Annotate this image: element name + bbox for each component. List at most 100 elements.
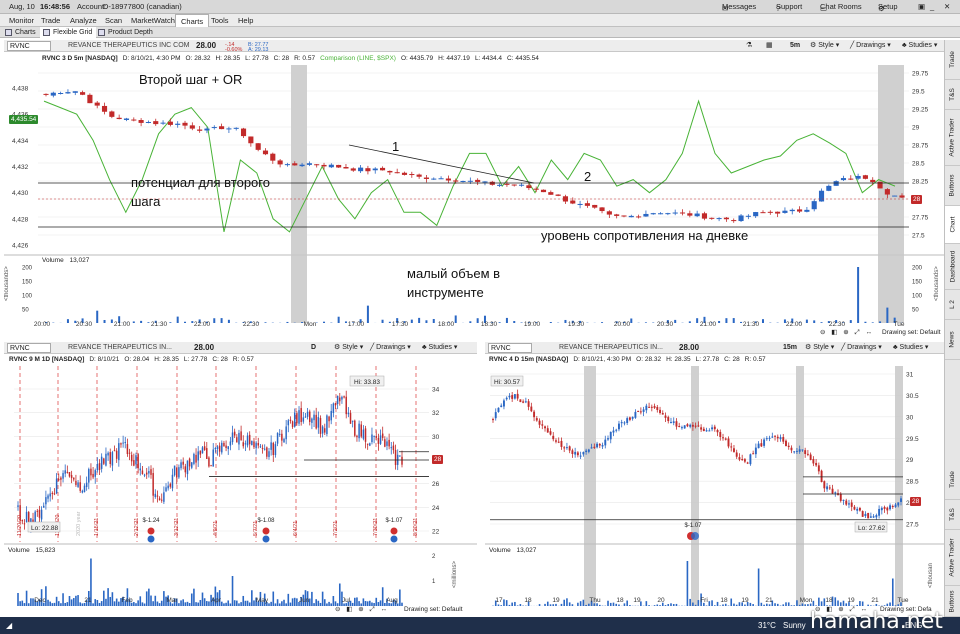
- right-volume-bar: [571, 604, 574, 606]
- sidebar-tab-trade[interactable]: Trade: [945, 460, 960, 500]
- main-grid-icon[interactable]: ▦: [766, 41, 773, 51]
- sidebar-tab-buttons[interactable]: Buttons: [945, 166, 960, 206]
- right-candle: [634, 411, 637, 418]
- left-candle: [212, 449, 214, 467]
- messages-button[interactable]: ✉ Messages: [722, 2, 756, 13]
- account-value[interactable]: D-18977800 (canadian): [103, 2, 182, 11]
- left-volume-bar: [246, 600, 249, 606]
- left-candle: [360, 424, 362, 437]
- right-candle: [722, 437, 724, 439]
- sidebar-tab-t-s[interactable]: T&S: [945, 80, 960, 110]
- menu-scan[interactable]: Scan: [100, 14, 127, 27]
- right-15m-chart[interactable]: 31 30.5 30 29.5 29 28.5 28 27.5 Hi: 30.57 Lo: 27.…: [485, 366, 944, 617]
- main-time-tick: 18:30: [481, 321, 498, 327]
- right-time-tick: 21: [871, 597, 879, 604]
- left-candle: [17, 505, 19, 507]
- right-volume-bar: [708, 601, 711, 606]
- right-symbol-input[interactable]: RVNC: [488, 343, 532, 353]
- left-candle: [326, 415, 328, 435]
- menu-charts[interactable]: Charts: [175, 14, 210, 27]
- setup-button[interactable]: ⚙ Setup: [878, 2, 898, 13]
- right-volume-bar: [670, 603, 672, 606]
- right-candle: [834, 492, 837, 494]
- main-candle: [138, 120, 144, 123]
- subtab-charts[interactable]: Charts: [2, 27, 40, 38]
- close-icon[interactable]: ✕: [944, 2, 950, 11]
- sidebar-tab-active-trader[interactable]: Active Trader: [945, 530, 960, 586]
- left-candle: [274, 444, 277, 456]
- main-zoom-controls[interactable]: ⊖ ◧ ⊕ ⤢ ↔: [820, 328, 874, 337]
- sidebar-tab-trade[interactable]: Trade: [945, 40, 960, 80]
- main-drawings-button[interactable]: ╱ Drawings ▾: [850, 41, 891, 51]
- chat-rooms-button[interactable]: ▭ Chat Rooms: [820, 2, 862, 13]
- main-candle: [892, 195, 898, 197]
- annotation-resistance: уровень сопротивления на дневке: [541, 228, 749, 243]
- main-candle: [123, 118, 130, 120]
- main-volume-bar: [674, 319, 677, 323]
- right-volume-bar: [891, 578, 894, 606]
- main-volume-bar: [601, 322, 604, 323]
- support-button[interactable]: ? Support: [776, 2, 802, 13]
- left-style-button[interactable]: ⚙ Style ▾: [334, 343, 363, 353]
- right-timeframe[interactable]: 15m: [783, 343, 797, 353]
- sidebar-tab-dashboard[interactable]: Dashboard: [945, 244, 960, 290]
- right-style-button[interactable]: ⚙ Style ▾: [805, 343, 834, 353]
- main-flask-icon[interactable]: ⚗: [746, 41, 752, 51]
- minimize-icon[interactable]: _: [930, 2, 934, 11]
- menu-marketwatch[interactable]: MarketWatch: [126, 14, 180, 27]
- main-volume-bar: [740, 321, 743, 323]
- main-candle: [197, 129, 203, 131]
- right-candle: [806, 453, 809, 455]
- main-candle: [745, 215, 751, 217]
- right-candle: [620, 422, 623, 424]
- left-drawing-set[interactable]: Drawing set: Default: [404, 606, 463, 615]
- sidebar-tab-buttons[interactable]: Buttons: [945, 586, 960, 617]
- left-drawings-button[interactable]: ╱ Drawings ▾: [370, 343, 411, 353]
- left-candle: [203, 446, 206, 451]
- main-timeframe[interactable]: 5m: [790, 41, 800, 51]
- menu-trade[interactable]: Trade: [36, 14, 65, 27]
- left-daily-chart[interactable]: 3432302826242211/20/2012/18/201/15/212/1…: [4, 366, 477, 617]
- right-price-tick: 29.5: [906, 436, 919, 443]
- left-studies-button[interactable]: ♣ Studies ▾: [422, 343, 457, 353]
- subtab-product-depth[interactable]: Product Depth: [95, 27, 157, 38]
- menu-monitor[interactable]: Monitor: [4, 14, 39, 27]
- lock-icon[interactable]: ▣: [918, 2, 925, 11]
- main-style-button[interactable]: ⚙ Style ▾: [810, 41, 839, 51]
- left-volume-bar: [75, 595, 77, 606]
- right-studies-button[interactable]: ♣ Studies ▾: [893, 343, 928, 353]
- sidebar-tab-t-s[interactable]: T&S: [945, 500, 960, 530]
- left-volume-bar: [70, 599, 73, 606]
- menu-help[interactable]: Help: [233, 14, 258, 27]
- left-chart-bg: [4, 366, 477, 617]
- main-candle: [672, 212, 678, 214]
- left-candle: [229, 441, 232, 446]
- right-volume-bar: [763, 604, 765, 606]
- left-zoom-controls[interactable]: ⊖ ◧ ⊕ ⤢ ↔: [335, 605, 389, 614]
- left-candle: [287, 420, 290, 426]
- main-studies-button[interactable]: ♣ Studies ▾: [902, 41, 937, 51]
- main-drawing-set[interactable]: Drawing set: Default: [882, 329, 941, 338]
- main-volume-bar: [813, 320, 816, 323]
- menu-tools[interactable]: Tools: [206, 14, 234, 27]
- right-drawings-button[interactable]: ╱ Drawings ▾: [841, 343, 882, 353]
- sidebar-tab-news[interactable]: News: [945, 320, 960, 360]
- left-candle: [272, 442, 275, 455]
- main-candle: [248, 136, 254, 144]
- right-volume-bar: [804, 604, 806, 606]
- right-candle: [678, 425, 681, 427]
- sidebar-tab-l-2[interactable]: L 2: [945, 290, 960, 320]
- left-timeframe[interactable]: D: [311, 343, 316, 353]
- main-symbol-input[interactable]: RVNC: [7, 41, 51, 51]
- right-company-name: REVANCE THERAPEUTICS IN...: [559, 344, 663, 351]
- left-volume-bar: [319, 602, 322, 606]
- windows-start-icon[interactable]: ◢: [6, 621, 12, 630]
- main-candle: [306, 163, 312, 165]
- subtab-flexible-grid[interactable]: Flexible Grid: [40, 27, 97, 38]
- left-volume-bar: [77, 595, 79, 606]
- left-volume-bar: [236, 600, 238, 606]
- sidebar-tab-chart[interactable]: Chart: [945, 206, 960, 244]
- sidebar-tab-active-trader[interactable]: Active Trader: [945, 110, 960, 166]
- left-symbol-input[interactable]: RVNC: [7, 343, 51, 353]
- menu-analyze[interactable]: Analyze: [65, 14, 102, 27]
